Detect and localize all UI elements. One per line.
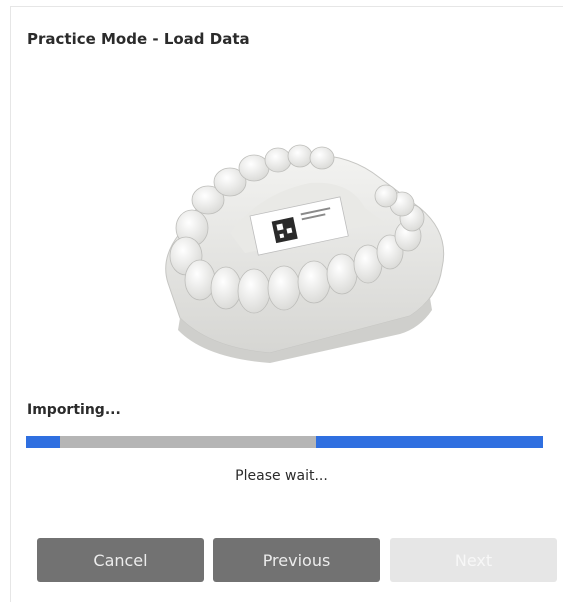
previous-button[interactable]: Previous bbox=[213, 538, 380, 582]
please-wait-message: Please wait... bbox=[235, 468, 328, 484]
cancel-button[interactable]: Cancel bbox=[37, 538, 204, 582]
dental-arch-model-image bbox=[165, 144, 445, 363]
next-button[interactable]: Next bbox=[390, 538, 557, 582]
progress-indicator-segment bbox=[26, 436, 60, 448]
dialog-title: Practice Mode - Load Data bbox=[27, 30, 250, 48]
import-progress-bar bbox=[26, 436, 543, 448]
import-status-label: Importing... bbox=[27, 402, 121, 418]
progress-indicator-segment bbox=[316, 436, 543, 448]
